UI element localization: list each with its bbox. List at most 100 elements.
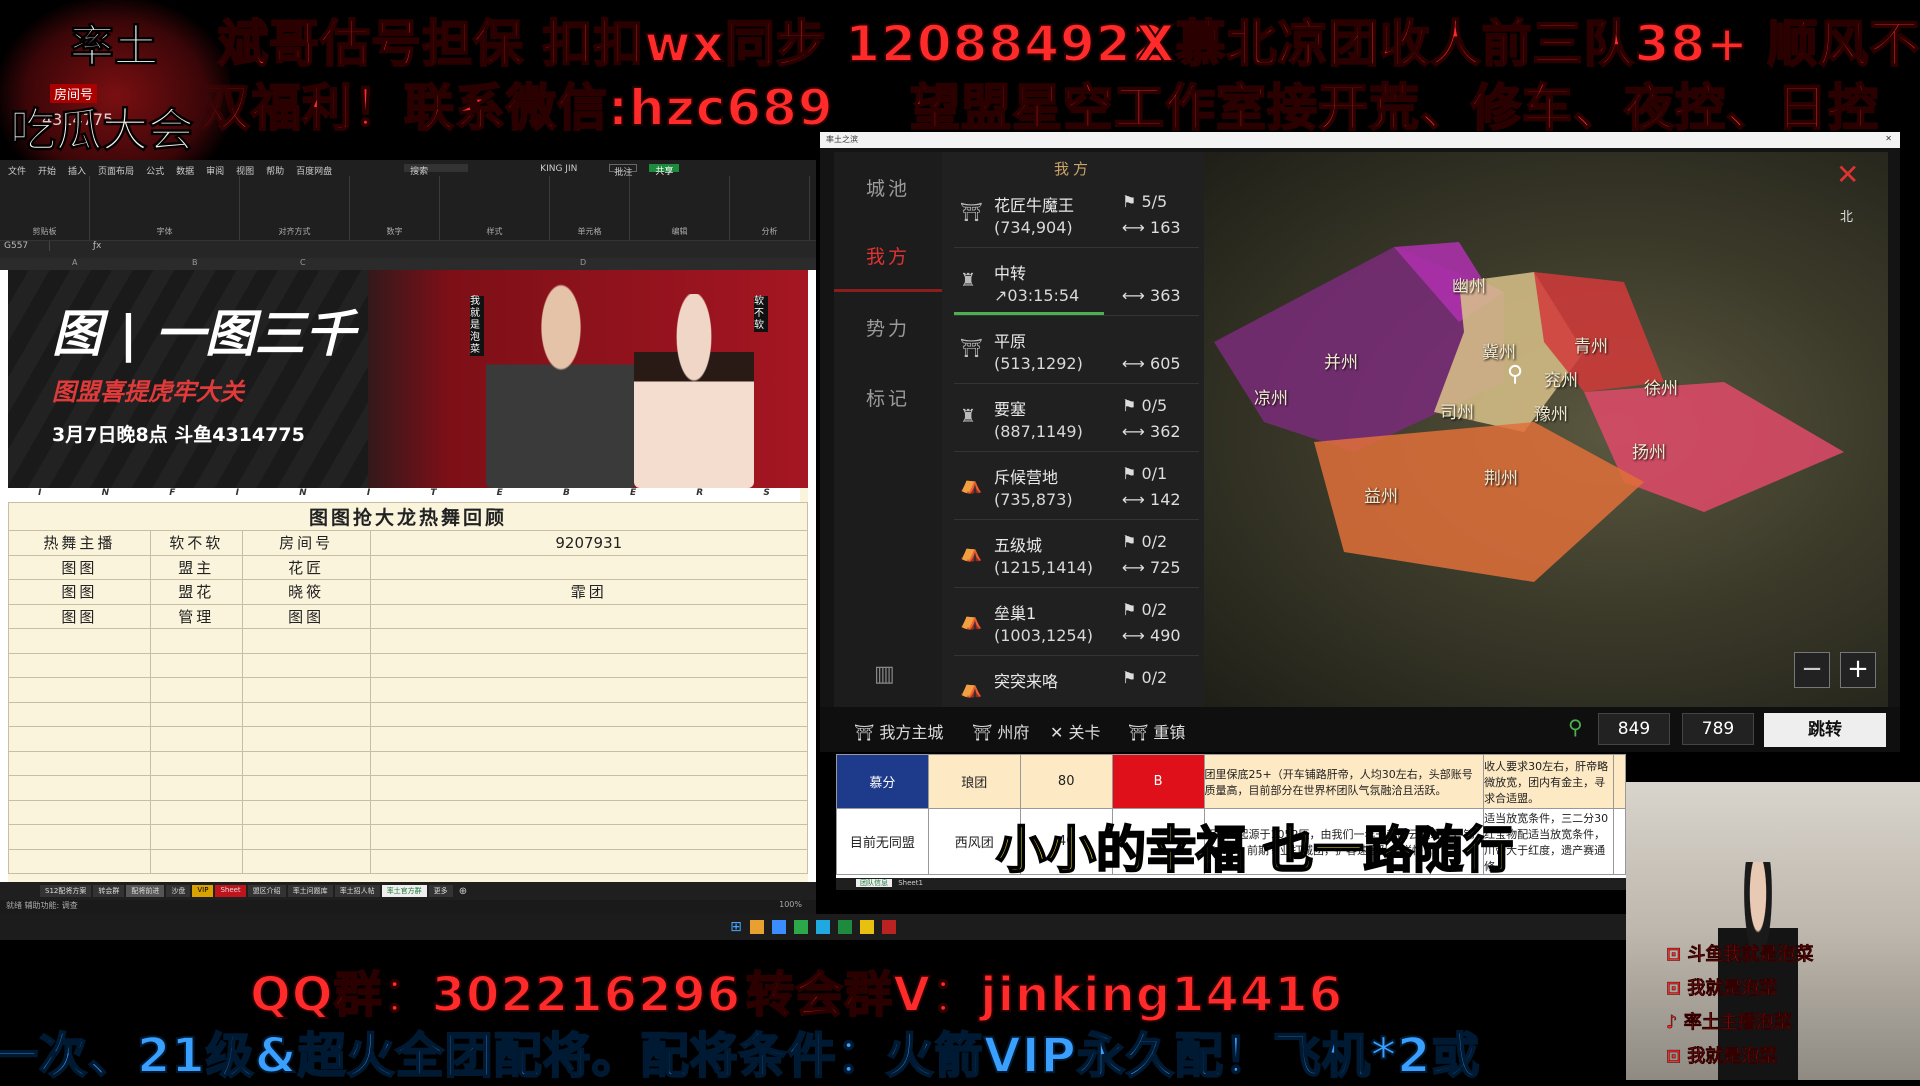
cell[interactable] xyxy=(369,750,809,776)
sheet-tab[interactable]: 团队信息 xyxy=(856,879,892,887)
taskbar-app-icon[interactable] xyxy=(815,920,830,934)
zoom-out-button[interactable]: − xyxy=(1794,652,1830,688)
cell[interactable] xyxy=(369,799,809,825)
cell[interactable] xyxy=(149,726,243,752)
sheet-tab[interactable]: 沙盘 xyxy=(166,885,191,897)
cell[interactable] xyxy=(149,824,243,850)
cell[interactable]: 霏团 xyxy=(369,579,809,605)
list-item[interactable]: ⛩ 花匠牛魔王 (734,904) ⚑ 5/5 ⟷ 163 xyxy=(954,180,1199,248)
list-item[interactable]: ⛺ 斥候营地 (735,873) ⚑ 0/1 ⟷ 142 xyxy=(954,452,1199,520)
col-header[interactable]: B xyxy=(192,258,198,267)
cell[interactable]: 图图 xyxy=(241,603,371,629)
cell[interactable] xyxy=(8,848,151,874)
cell[interactable]: 盟花 xyxy=(149,579,243,605)
ribbon-tab[interactable]: 百度网盘 xyxy=(296,164,332,177)
header-cell[interactable]: 热舞主播 xyxy=(8,530,151,556)
cell[interactable] xyxy=(149,677,243,703)
col-header[interactable]: C xyxy=(300,258,306,267)
coord-x-input[interactable]: 849 xyxy=(1598,713,1670,745)
close-map-icon[interactable]: ✕ xyxy=(1836,158,1859,191)
cell[interactable] xyxy=(8,677,151,703)
cell[interactable] xyxy=(369,775,809,801)
sheet-tab[interactable]: 率土问题库 xyxy=(287,885,333,897)
cell[interactable] xyxy=(369,848,809,874)
cell[interactable] xyxy=(369,701,809,727)
taskbar-app-icon[interactable] xyxy=(859,920,874,934)
cell[interactable] xyxy=(8,628,151,654)
nav-force[interactable]: 势力 xyxy=(834,292,942,362)
share-button[interactable]: 共享 xyxy=(649,164,680,177)
ribbon-group[interactable]: 数字 xyxy=(350,176,440,240)
cell[interactable] xyxy=(369,603,809,629)
header-cell[interactable]: 房间号 xyxy=(241,530,371,556)
sheet-tab[interactable]: Sheet xyxy=(215,885,246,897)
ribbon-tab[interactable]: 数据 xyxy=(176,164,194,177)
cell[interactable] xyxy=(241,799,371,825)
list-item[interactable]: ⛺ 垒巢1 (1003,1254) ⚑ 0/2 ⟷ 490 xyxy=(954,588,1199,656)
ribbon-tab[interactable]: 审阅 xyxy=(206,164,224,177)
cell[interactable]: 图图 xyxy=(8,603,151,629)
sheet-tab[interactable]: 盟区介绍 xyxy=(247,885,286,897)
cell[interactable] xyxy=(8,775,151,801)
cell[interactable] xyxy=(369,726,809,752)
ribbon-tab[interactable]: 页面布局 xyxy=(98,164,134,177)
zoom-in-button[interactable]: + xyxy=(1840,652,1876,688)
ribbon-tab[interactable]: 插入 xyxy=(68,164,86,177)
sheet-tab[interactable]: 率土招人帖 xyxy=(334,885,380,897)
cell[interactable] xyxy=(241,848,371,874)
comment-button[interactable]: 批注 xyxy=(609,164,638,178)
cell[interactable] xyxy=(369,554,809,580)
location-pin-icon[interactable]: ⚲ xyxy=(1507,362,1523,387)
cell[interactable]: 收人要求30左右，肝帝略微放宽，团内有金主，寻求合适盟。 xyxy=(1483,754,1614,809)
barcode-icon[interactable]: ▥ xyxy=(874,662,895,687)
sheet-tab[interactable]: 率土官方群 xyxy=(381,885,427,897)
cell[interactable] xyxy=(8,824,151,850)
header-cell[interactable]: 9207931 xyxy=(369,530,809,556)
add-sheet-icon[interactable]: ⊕ xyxy=(459,886,467,897)
filter-pass[interactable]: ✕ 关卡 xyxy=(1050,719,1101,743)
taskbar-app-icon[interactable] xyxy=(771,920,786,934)
cell[interactable] xyxy=(8,799,151,825)
cell[interactable] xyxy=(369,677,809,703)
taskbar-app-icon[interactable] xyxy=(749,920,764,934)
cell[interactable]: 晓筱 xyxy=(241,579,371,605)
filter-prefecture[interactable]: ⛩ 州府 xyxy=(972,719,1029,743)
cell[interactable]: 80 xyxy=(1019,754,1113,809)
ribbon-group[interactable]: 单元格 xyxy=(550,176,630,240)
cell[interactable] xyxy=(241,628,371,654)
filter-town[interactable]: ⛩ 重镇 xyxy=(1128,719,1185,743)
cell[interactable] xyxy=(369,628,809,654)
ribbon-group[interactable]: 字体 xyxy=(90,176,240,240)
list-item[interactable]: ♜ 要塞 (887,1149) ⚑ 0/5 ⟷ 362 xyxy=(954,384,1199,452)
col-header[interactable]: D xyxy=(580,258,586,267)
ribbon-tab[interactable]: 文件 xyxy=(8,164,26,177)
cell[interactable] xyxy=(241,750,371,776)
sheet-tab[interactable]: VIP xyxy=(192,885,214,897)
zoom-level[interactable]: 100% xyxy=(779,900,802,909)
cell[interactable] xyxy=(8,652,151,678)
cell[interactable] xyxy=(149,652,243,678)
nav-mine[interactable]: 我方 xyxy=(834,222,942,292)
ribbon-group[interactable]: 分析 xyxy=(730,176,810,240)
ribbon-tab[interactable]: 帮助 xyxy=(266,164,284,177)
ribbon-group[interactable]: 样式 xyxy=(440,176,550,240)
cell[interactable] xyxy=(149,628,243,654)
col-header[interactable]: A xyxy=(72,258,77,267)
ribbon-tab[interactable]: 视图 xyxy=(236,164,254,177)
data-table[interactable]: 图图抢大龙热舞回顾 热舞主播 软不软 房间号 9207931 图图 盟主 花匠 … xyxy=(8,502,809,874)
sheet-tab[interactable]: 配将前进 xyxy=(126,885,165,897)
cell[interactable] xyxy=(149,701,243,727)
table-title[interactable]: 图图抢大龙热舞回顾 xyxy=(8,502,808,531)
list-item[interactable]: ⛩ 平原 (513,1292) ⟷ 605 xyxy=(954,316,1199,384)
sheet-tab[interactable]: Sheet1 xyxy=(894,879,927,887)
ribbon-group[interactable]: 对齐方式 xyxy=(240,176,350,240)
cell[interactable]: 琅团 xyxy=(927,754,1021,809)
ribbon-tab[interactable]: 公式 xyxy=(146,164,164,177)
formula-bar[interactable]: G557 ƒx xyxy=(0,240,816,258)
cell[interactable] xyxy=(369,824,809,850)
cell[interactable] xyxy=(241,677,371,703)
cell[interactable] xyxy=(8,701,151,727)
cell[interactable] xyxy=(1612,754,1626,809)
cell[interactable] xyxy=(241,652,371,678)
cell[interactable] xyxy=(241,701,371,727)
